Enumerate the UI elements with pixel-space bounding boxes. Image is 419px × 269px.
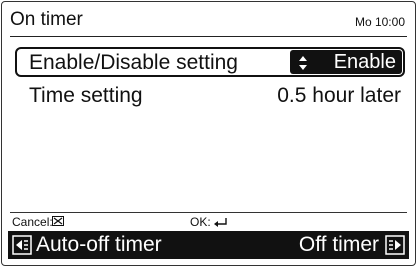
enable-value-selector[interactable]: Enable: [290, 50, 402, 74]
off-timer-link[interactable]: Off timer: [299, 233, 379, 257]
time-setting-row[interactable]: Time setting 0.5 hour later: [15, 82, 405, 112]
screen-title: On timer: [10, 9, 83, 30]
remote-controller-screen: On timer Mo 10:00 Enable/Disable setting…: [1, 1, 416, 266]
header-divider: [10, 36, 407, 37]
hint-divider: [10, 212, 407, 213]
cancel-button-icon: [52, 216, 64, 226]
screen-header: On timer Mo 10:00: [10, 5, 407, 37]
up-down-arrow-icon: [299, 56, 307, 70]
enable-disable-setting-row[interactable]: Enable/Disable setting Enable: [15, 47, 405, 77]
footer-bar: Auto-off timer Off timer: [8, 231, 409, 259]
enable-disable-setting-label: Enable/Disable setting: [29, 51, 238, 74]
time-setting-label: Time setting: [29, 84, 143, 107]
enter-arrow-icon: [214, 218, 227, 227]
ok-hint-label: OK:: [190, 215, 211, 229]
cancel-hint-label: Cancel:: [12, 215, 53, 229]
clock-display: Mo 10:00: [354, 15, 405, 29]
time-setting-value: 0.5 hour later: [277, 84, 401, 107]
enable-value: Enable: [333, 51, 396, 73]
page-right-icon[interactable]: [385, 235, 405, 255]
auto-off-timer-link[interactable]: Auto-off timer: [36, 233, 162, 257]
page-left-icon[interactable]: [12, 235, 32, 255]
